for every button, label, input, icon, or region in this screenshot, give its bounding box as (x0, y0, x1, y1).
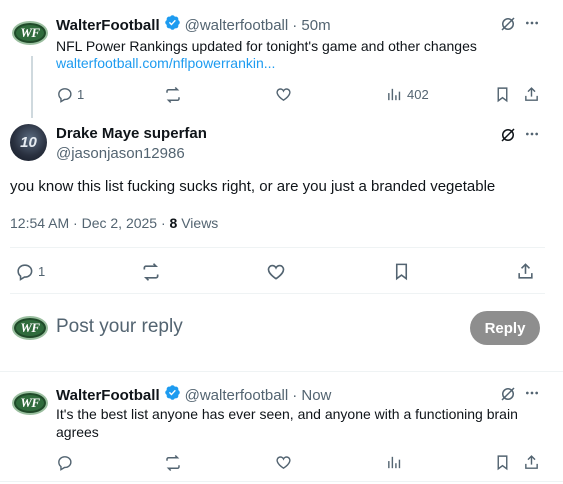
reply-icon[interactable] (56, 454, 73, 471)
tweet-header: WalterFootball @walterfootball · 50m (56, 14, 331, 36)
avatar: WF (12, 316, 48, 340)
reply-button[interactable]: Reply (470, 311, 540, 345)
bookmark-icon[interactable] (392, 262, 411, 281)
tweet-time[interactable]: · Now (292, 387, 331, 404)
reply-count: 1 (77, 87, 85, 102)
share-icon[interactable] (523, 86, 540, 103)
tweet-text: It's the best list anyone has ever seen,… (56, 406, 518, 440)
avatar-number: 10 (20, 134, 37, 151)
repost-icon[interactable] (164, 86, 182, 104)
author-handle[interactable]: @jasonjason12986 (56, 145, 185, 162)
repost-icon[interactable] (141, 262, 161, 282)
divider (0, 481, 563, 482)
tweet-text: NFL Power Rankings updated for tonight's… (56, 38, 477, 54)
bookmark-icon[interactable] (494, 454, 511, 471)
tweet-header: WalterFootball @walterfootball · Now (56, 384, 331, 406)
author-handle[interactable]: @walterfootball (185, 387, 289, 404)
views-icon (386, 86, 403, 103)
avatar[interactable]: WF (12, 391, 48, 415)
grok-slash-icon[interactable] (499, 126, 517, 144)
reply-icon (56, 86, 73, 103)
avatar[interactable]: WF (12, 21, 48, 45)
more-options-icon[interactable] (524, 15, 540, 31)
share-icon[interactable] (523, 454, 540, 471)
tweet-timestamp[interactable]: 12:54 AM · Dec 2, 2025 · (10, 215, 170, 231)
tweet-metadata: 12:54 AM · Dec 2, 2025 · 8 Views (10, 215, 218, 231)
more-options-icon[interactable] (524, 385, 540, 401)
like-icon[interactable] (266, 262, 286, 282)
like-icon[interactable] (275, 86, 292, 103)
author-handle[interactable]: @walterfootball (185, 17, 289, 34)
avatar[interactable]: 10 (10, 124, 47, 161)
share-icon[interactable] (516, 262, 535, 281)
reply-icon (15, 262, 34, 281)
divider (10, 247, 545, 248)
divider (10, 293, 545, 294)
reply-action[interactable]: 1 (56, 86, 84, 103)
avatar-initials: WF (20, 25, 40, 40)
views-icon[interactable] (386, 454, 403, 471)
views-action[interactable]: 402 (386, 86, 429, 103)
thread-line (31, 56, 33, 118)
author-name[interactable]: Drake Maye superfan (56, 125, 207, 142)
verified-badge-icon (164, 384, 181, 406)
author-name[interactable]: WalterFootball (56, 387, 160, 404)
grok-slash-icon[interactable] (499, 385, 517, 403)
views-label: Views (177, 215, 219, 231)
tweet-text: you know this list fucking sucks right, … (10, 178, 496, 195)
repost-icon[interactable] (164, 454, 182, 472)
reply-input[interactable]: Post your reply (56, 316, 183, 338)
more-options-icon[interactable] (524, 126, 540, 142)
verified-badge-icon (164, 14, 181, 36)
views-count: 402 (407, 87, 429, 102)
grok-slash-icon[interactable] (499, 15, 517, 33)
reply-action[interactable]: 1 (15, 262, 45, 281)
bookmark-icon[interactable] (494, 86, 511, 103)
author-name[interactable]: WalterFootball (56, 17, 160, 34)
avatar-initials: WF (20, 395, 40, 410)
reply-count: 1 (38, 264, 46, 279)
divider (0, 371, 563, 372)
tweet-link[interactable]: walterfootball.com/nflpowerrankin... (56, 55, 275, 71)
avatar-initials: WF (20, 320, 40, 335)
tweet-time[interactable]: · 50m (292, 17, 330, 34)
like-icon[interactable] (275, 454, 292, 471)
